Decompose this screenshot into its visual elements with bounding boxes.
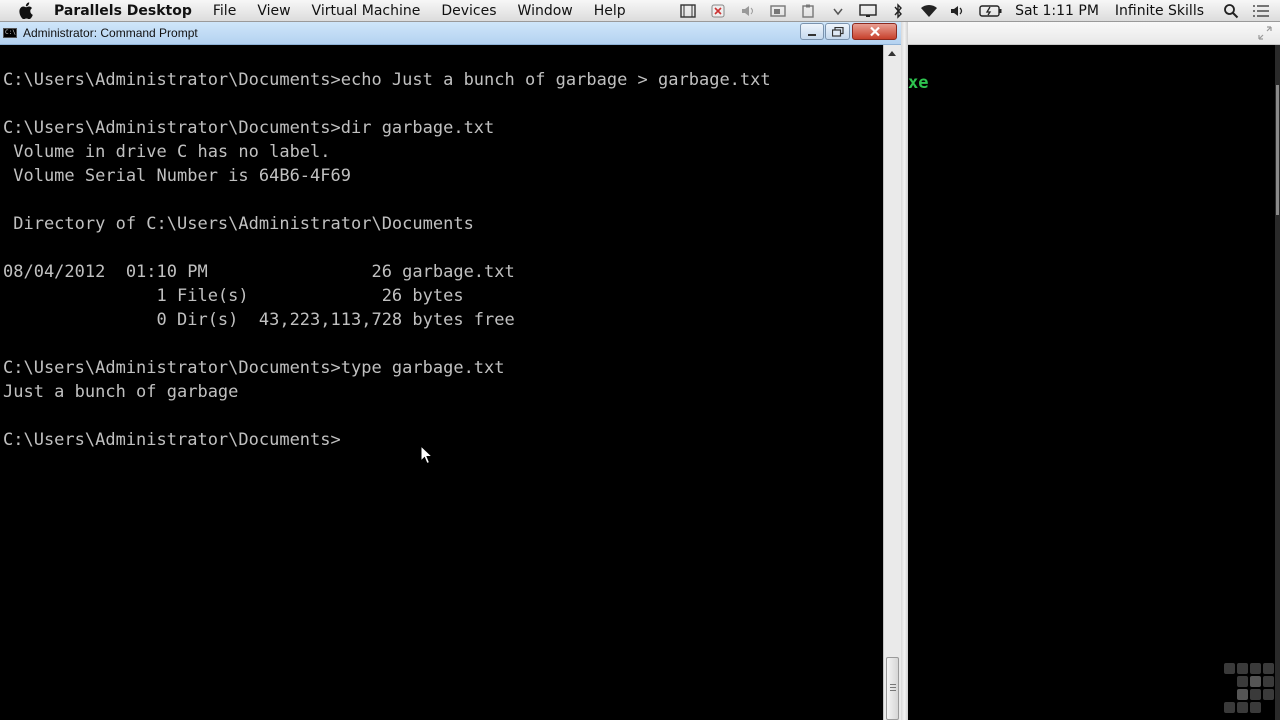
console-line: 0 Dir(s) 43,223,113,728 bytes free (3, 310, 515, 330)
spotlight-search-icon[interactable] (1222, 3, 1240, 19)
screen-capture-icon[interactable] (679, 3, 697, 19)
menu-status-area: Sat 1:11 PM Infinite Skills (673, 0, 1280, 22)
app-grid-icon[interactable] (1222, 661, 1280, 720)
battery-icon[interactable] (979, 3, 1003, 19)
parallels-icon[interactable] (709, 3, 727, 19)
fullscreen-icon[interactable] (1258, 26, 1272, 40)
volume-muted-icon[interactable] (739, 3, 757, 19)
close-icon (869, 26, 880, 37)
clipboard-icon[interactable] (799, 3, 817, 19)
menu-clock[interactable]: Sat 1:11 PM (1015, 3, 1099, 19)
bluetooth-icon[interactable] (889, 3, 907, 19)
console-line: Directory of C:\Users\Administrator\Docu… (3, 214, 474, 234)
window-title: Administrator: Command Prompt (23, 26, 198, 40)
console-line: C:\Users\Administrator\Documents>echo Ju… (3, 70, 771, 90)
vertical-scrollbar[interactable] (883, 45, 901, 720)
console-prompt-line[interactable]: C:\Users\Administrator\Documents> (3, 428, 341, 452)
apple-logo-icon[interactable] (18, 2, 40, 19)
display-icon[interactable] (859, 3, 877, 19)
volume-icon[interactable] (949, 3, 967, 19)
console-line: Just a bunch of garbage (3, 382, 239, 402)
console-line: Volume Serial Number is 64B6-4F69 (3, 166, 351, 186)
menu-view[interactable]: View (257, 0, 290, 22)
scrollbar-thumb[interactable] (886, 657, 899, 720)
mouse-pointer-icon (420, 445, 434, 465)
window-separator (901, 22, 908, 720)
menu-user-name[interactable]: Infinite Skills (1115, 3, 1204, 19)
console-output[interactable]: C:\Users\Administrator\Documents>echo Ju… (0, 45, 883, 720)
console-line: C:\Users\Administrator\Documents>type ga… (3, 358, 505, 378)
console-line: Volume in drive C has no label. (3, 142, 331, 162)
window-icon[interactable] (769, 3, 787, 19)
command-prompt-window[interactable]: C:\ Administrator: Command Prompt C:\Use… (0, 22, 901, 720)
scroll-up-arrow-icon[interactable] (888, 51, 896, 56)
minimize-icon (808, 33, 816, 36)
grip-line (890, 684, 896, 685)
grip-line (890, 690, 896, 691)
background-window[interactable]: xe (908, 22, 1280, 720)
console-line: 08/04/2012 01:10 PM 26 garbage.txt (3, 262, 515, 282)
menu-file[interactable]: File (213, 0, 236, 22)
menu-app-name[interactable]: Parallels Desktop (54, 0, 192, 22)
restore-icon (831, 26, 844, 37)
menu-devices[interactable]: Devices (441, 0, 496, 22)
menu-virtual-machine[interactable]: Virtual Machine (312, 0, 421, 22)
background-scrollbar[interactable] (1275, 45, 1280, 720)
console-line: C:\Users\Administrator\Documents>dir gar… (3, 118, 495, 138)
background-window-titlebar[interactable] (908, 22, 1280, 45)
window-titlebar[interactable]: C:\ Administrator: Command Prompt (0, 22, 901, 45)
cmd-icon: C:\ (3, 28, 17, 38)
background-console-text: xe (908, 73, 929, 93)
menu-list-icon[interactable] (1252, 3, 1270, 19)
console-line: 1 File(s) 26 bytes (3, 286, 464, 306)
wifi-icon[interactable] (919, 3, 938, 19)
menu-window[interactable]: Window (518, 0, 573, 22)
minimize-button[interactable] (800, 23, 824, 40)
grip-line (890, 687, 896, 688)
menu-help[interactable]: Help (594, 0, 626, 22)
mac-menu-bar: Parallels Desktop File View Virtual Mach… (0, 0, 1280, 22)
background-scrollbar-thumb[interactable] (1276, 85, 1279, 215)
chevron-icon[interactable] (829, 3, 847, 19)
restore-button[interactable] (825, 23, 850, 40)
close-button[interactable] (852, 23, 897, 40)
